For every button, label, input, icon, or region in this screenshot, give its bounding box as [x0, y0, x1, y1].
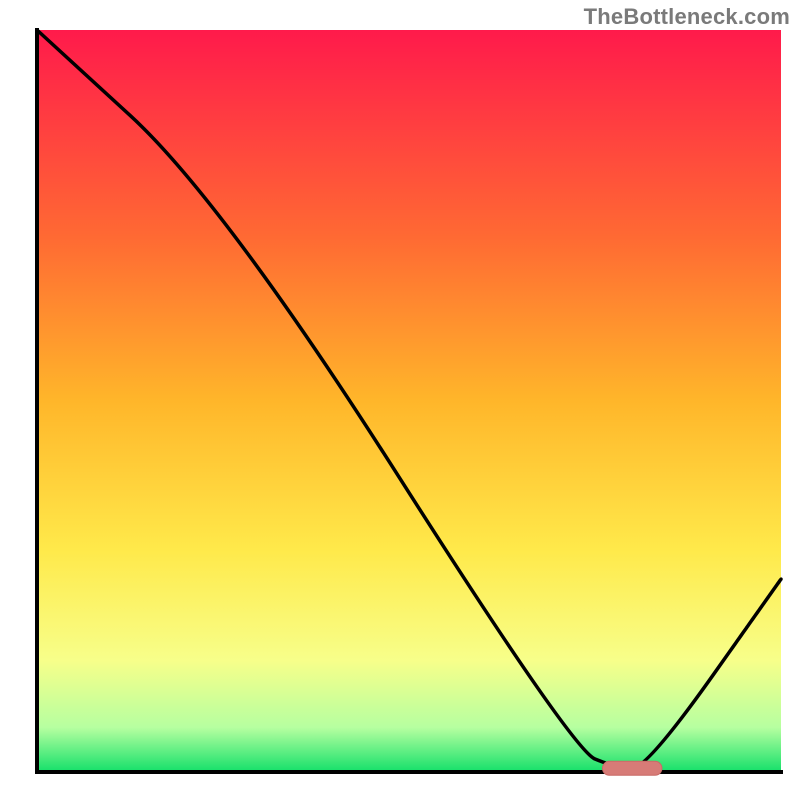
optimal-range-marker: [602, 761, 662, 775]
plot-background: [37, 30, 781, 772]
bottleneck-chart: [0, 0, 800, 800]
chart-container: TheBottleneck.com: [0, 0, 800, 800]
